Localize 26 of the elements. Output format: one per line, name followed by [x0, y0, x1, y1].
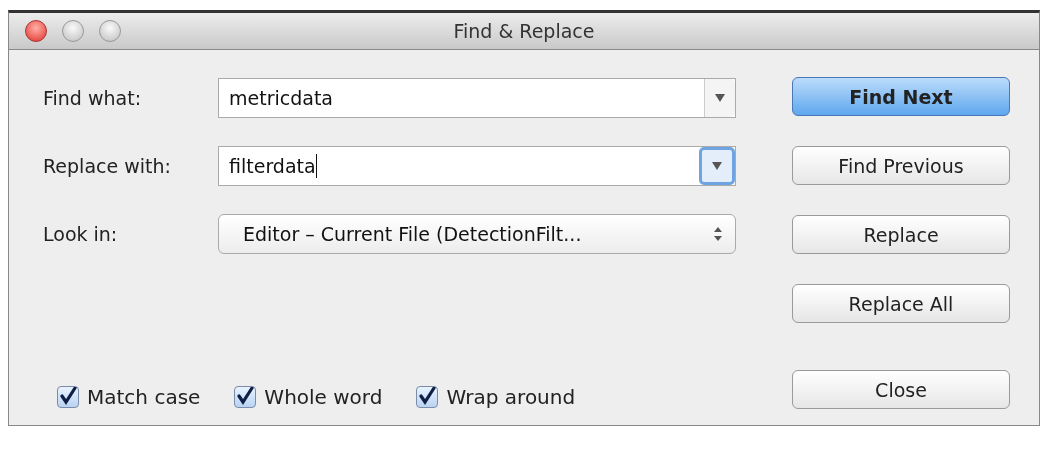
stepper-icon — [713, 226, 723, 242]
field-value: filterdata — [228, 153, 318, 180]
dropdown-button[interactable] — [699, 147, 735, 185]
checkbox[interactable] — [57, 386, 79, 408]
dropdown-button[interactable] — [704, 79, 735, 117]
close-icon[interactable] — [25, 20, 47, 42]
caret-icon — [712, 162, 722, 170]
field-label: Look in: — [43, 223, 119, 245]
dialog-button[interactable]: Find Next — [792, 77, 1010, 116]
dialog-button[interactable]: Close — [792, 370, 1010, 409]
checkbox[interactable] — [234, 386, 257, 408]
select-field[interactable]: Editor – Current File (DetectionFilt... — [218, 214, 736, 254]
dialog-button[interactable]: Replace All — [792, 284, 1010, 323]
combo-field[interactable]: filterdata — [218, 146, 736, 186]
checkbox-label: Match case — [87, 385, 201, 409]
combo-field[interactable]: metricdata — [218, 78, 736, 118]
field-value: metricdata — [228, 86, 334, 111]
dialog-button[interactable]: Replace — [792, 215, 1010, 254]
dialog-button[interactable]: Find Previous — [792, 146, 1010, 185]
caret-icon — [715, 94, 725, 102]
field-label: Replace with: — [43, 155, 172, 177]
field-label: Find what: — [43, 87, 143, 109]
checkbox-label: Whole word — [264, 385, 383, 409]
checkbox[interactable] — [416, 386, 439, 408]
checkbox-label: Wrap around — [446, 385, 576, 409]
window-title: Find & Replace — [453, 20, 595, 42]
